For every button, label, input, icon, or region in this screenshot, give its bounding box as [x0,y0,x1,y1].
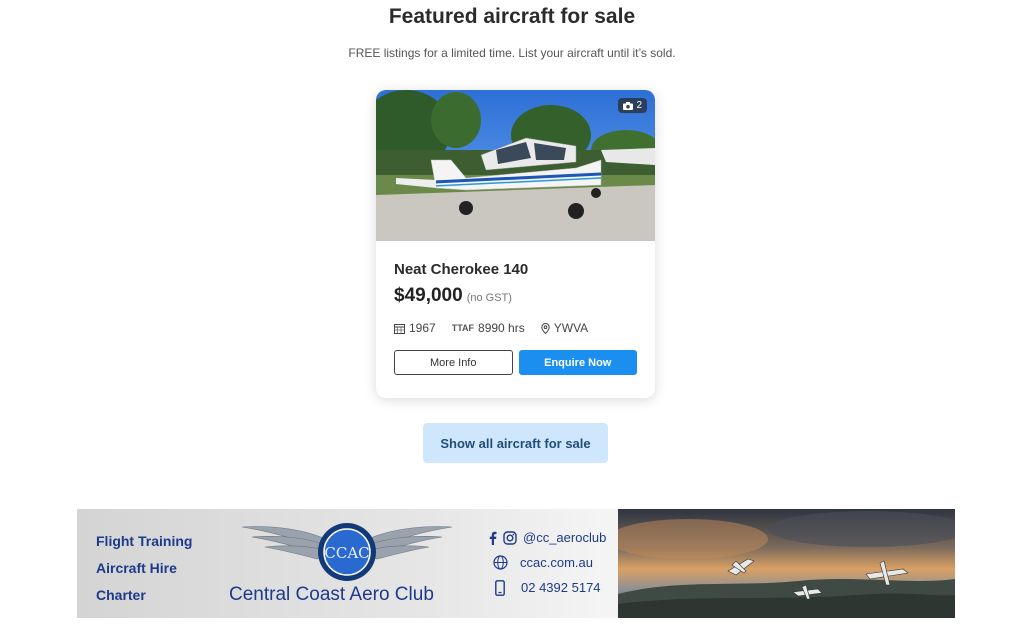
enquire-now-button[interactable]: Enquire Now [518,350,637,375]
social-handle[interactable]: @cc_aeroclub [523,530,606,545]
price-note: (no GST) [466,292,512,304]
camera-icon [623,101,634,110]
listing-price: $49,000 [394,285,463,306]
more-info-button[interactable]: More Info [394,350,513,375]
location-value: YWVA [553,321,589,335]
aircraft-formation-photo [618,509,955,618]
aircraft-listing-card[interactable]: 2 Neat Cherokee 140 $49,000 (no GST) 196… [376,90,655,398]
calendar-icon [394,323,405,334]
facebook-icon[interactable] [489,531,497,545]
map-pin-icon [541,322,550,334]
listing-title[interactable]: Neat Cherokee 140 [394,261,637,278]
photo-count: 2 [636,100,642,111]
logo-lettering: CCAC [324,544,369,562]
show-all-aircraft-button[interactable]: Show all aircraft for sale [423,423,608,463]
ccac-logo: CCAC [241,523,453,581]
contact-details: @cc_aeroclub ccac.com.au 02 4392 5174 [489,525,606,600]
location-spec: YWVA [541,321,588,335]
phone-row[interactable]: 02 4392 5174 [489,575,606,600]
ttaf-value: 8990 hrs [478,321,525,335]
phone-number[interactable]: 02 4392 5174 [521,580,601,595]
year-value: 1967 [409,321,436,335]
club-name: Central Coast Aero Club [229,584,434,605]
page-title: Featured aircraft for sale [388,5,636,28]
service-item: Aircraft Hire [96,560,177,576]
ttaf-label: TTAF [451,323,475,333]
service-item: Charter [96,587,146,603]
ttaf-spec: TTAF 8990 hrs [452,321,525,335]
website-link[interactable]: ccac.com.au [520,555,593,570]
photo-count-badge: 2 [618,98,647,113]
website-row[interactable]: ccac.com.au [489,550,606,575]
page-subtitle: FREE listings for a limited time. List y… [348,46,676,60]
instagram-icon[interactable] [503,530,517,545]
year-spec: 1967 [394,321,436,335]
phone-icon [495,579,505,596]
globe-icon [493,555,508,570]
aircraft-photo-image [376,90,655,241]
social-row[interactable]: @cc_aeroclub [489,525,606,550]
services-list: Flight Training Aircraft Hire Charter [96,528,192,609]
ccac-advertisement-banner[interactable]: Flight Training Aircraft Hire Charter CC… [77,509,955,618]
aircraft-photo[interactable]: 2 [376,90,655,241]
service-item: Flight Training [96,533,193,549]
